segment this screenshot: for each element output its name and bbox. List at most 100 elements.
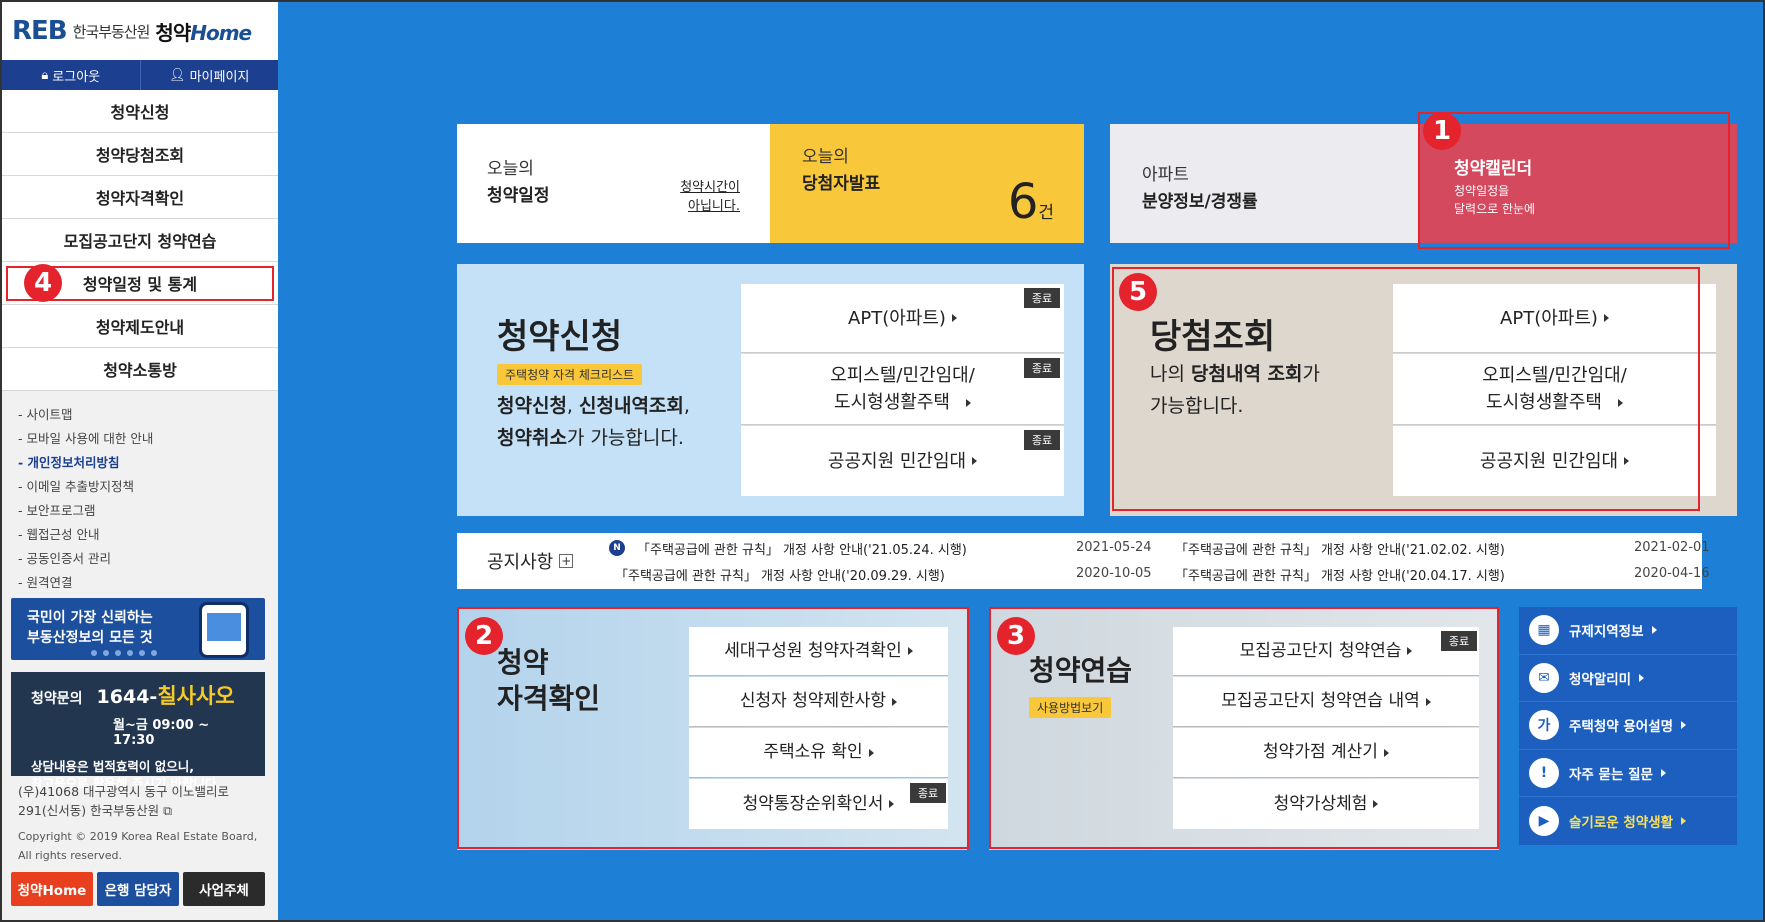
contact-label: 청약문의 [31,691,83,707]
apply-apt-link[interactable]: APT(아파트) 종료 [741,284,1064,353]
menu-item-practice[interactable]: 모집공고단지 청약연습 [2,219,278,262]
cheongyak-home-logo: 청약Home [155,20,252,45]
person-icon: 👤︎ [169,67,186,83]
notice-title[interactable]: 공지사항 + [487,548,574,574]
glossary-link[interactable]: 가 주택청약 용어설명 [1519,702,1737,750]
contact-box: 청약문의 1644-칠사사오 월~금 09:00 ~ 17:30 상담내용은 법… [11,672,265,791]
arrow-right-icon [1617,399,1623,407]
business-entity-button[interactable]: 사업주체 [183,872,265,906]
today-schedule-card[interactable]: 오늘의 청약일정 청약시간이 아닙니다. [457,124,770,243]
closed-badge: 종료 [1024,430,1060,450]
link-certificate[interactable]: - 공동인증서 관리 [18,547,278,571]
closed-badge: 종료 [1024,358,1060,378]
winner-title: 당첨조회 [1150,317,1276,357]
step-badge-5: 5 [1119,273,1157,311]
arrow-right-icon [1373,800,1379,808]
menu-item-community[interactable]: 청약소통방 [2,348,278,391]
link-email-policy[interactable]: - 이메일 추출방지정책 [18,475,278,499]
applicant-restriction-link[interactable]: 신청자 청약제한사항 [689,677,948,727]
link-remote[interactable]: - 원격연결 [18,571,278,595]
link-security-program[interactable]: - 보안프로그램 [18,499,278,523]
practice-link[interactable]: 모집공고단지 청약연습 종료 [1173,627,1479,676]
notice-item[interactable]: 「주택공급에 관한 규칙」 개정 사항 안내('20.09.29. 시행) [615,561,945,587]
address: (우)41068 대구광역시 동구 이노밸리로 291(신서동) 한국부동산원 … [18,784,229,818]
score-calculator-link[interactable]: 청약가점 계산기 [1173,728,1479,778]
arrow-right-icon [868,748,874,757]
cheongyak-home-button[interactable]: 청약Home [11,872,93,906]
arrow-right-icon [1407,647,1413,655]
checklist-tag[interactable]: 주택청약 자격 체크리스트 [497,364,643,385]
notice-date: 2020-10-05 [1076,566,1152,581]
winner-public-rental-link[interactable]: 공공지원 민간임대 [1393,426,1716,496]
lock-icon: 🔒︎ [41,67,49,83]
auth-bar: 🔒︎ 로그아웃 👤︎ 마이페이지 [2,60,278,90]
arrow-right-icon [892,697,898,706]
arrow-right-icon [972,457,978,465]
calendar-title: 청약캘린더 [1454,159,1533,179]
closed-badge: 종료 [910,783,946,803]
promo-line1: 국민이 가장 신뢰하는 [27,610,153,626]
copyright: Copyright © 2019 Korea Real Estate Board… [18,830,258,862]
notification-link[interactable]: ✉ 청약알리미 [1519,655,1737,703]
notice-date: 2021-05-24 [1076,540,1152,555]
schedule-note: 청약시간이 아닙니다. [680,180,740,214]
how-to-use-tag[interactable]: 사용방법보기 [1029,697,1112,718]
step-badge-2: 2 [465,617,503,655]
winner-apt-link[interactable]: APT(아파트) [1393,284,1716,353]
arrow-right-icon [907,647,913,655]
regulated-area-link[interactable]: ▦ 규제지역정보 [1519,607,1737,655]
link-sitemap[interactable]: - 사이트맵 [18,403,278,427]
today-schedule-title: 청약일정 [487,186,550,206]
closed-badge: 종료 [1441,631,1477,651]
qualify-title: 청약 자격확인 [497,646,601,715]
sidebar: REB 한국부동산원 청약Home 🔒︎ 로그아웃 👤︎ 마이페이지 청약신청 청약… [2,2,278,920]
virtual-experience-link[interactable]: 청약가상체험 [1173,779,1479,829]
arrow-right-icon [965,399,971,407]
household-qualify-link[interactable]: 세대구성원 청약자격확인 [689,627,948,676]
link-privacy-policy[interactable]: - 개인정보처리방침 [18,451,278,475]
notice-item[interactable]: 「주택공급에 관한 규칙」 개정 사항 안내('21.02.02. 시행) [1175,535,1505,561]
quick-menu: ▦ 규제지역정보 ✉ 청약알리미 가 주택청약 용어설명 ! 자주 묻는 질문 ▶ 슬기로… [1519,607,1737,845]
step-badge-3: 3 [997,617,1035,655]
phone-icon [199,602,249,658]
smart-life-link[interactable]: ▶ 슬기로운 청약생활 [1519,797,1737,845]
mypage-button[interactable]: 👤︎ 마이페이지 [141,60,279,90]
play-icon: ▶ [1529,806,1559,837]
arrow-right-icon [1603,314,1609,322]
apply-officetel-link[interactable]: 오피스텔/민간임대/도시형생활주택 종료 [741,354,1064,425]
apply-title: 청약신청 [497,317,623,357]
link-mobile-guide[interactable]: - 모바일 사용에 대한 안내 [18,427,278,451]
promo-pagination [91,650,157,656]
arrow-right-icon [951,314,957,322]
today-winners-card[interactable]: 오늘의 당첨자발표 6건 [770,124,1084,243]
notice-item[interactable]: N 「주택공급에 관한 규칙」 개정 사항 안내('21.05.24. 시행) [609,535,967,561]
menu-item-system-guide[interactable]: 청약제도안내 [2,305,278,348]
practice-title: 청약연습 [1029,654,1133,687]
logout-button[interactable]: 🔒︎ 로그아웃 [2,60,141,90]
logo[interactable]: REB 한국부동산원 청약Home [2,2,278,60]
practice-history-link[interactable]: 모집공고단지 청약연습 내역 [1173,677,1479,727]
sub-links: - 사이트맵 - 모바일 사용에 대한 안내 - 개인정보처리방침 - 이메일 … [2,391,278,595]
menu-item-qualification[interactable]: 청약자격확인 [2,176,278,219]
notice-item[interactable]: 「주택공급에 관한 규칙」 개정 사항 안내('20.04.17. 시행) [1175,561,1505,587]
winner-officetel-link[interactable]: 오피스텔/민간임대/도시형생활주택 [1393,354,1716,425]
step-badge-4: 4 [24,264,62,302]
exclamation-icon: ! [1529,758,1559,789]
house-ownership-link[interactable]: 주택소유 확인 [689,728,948,778]
step-badge-1: 1 [1423,112,1461,150]
apt-info-title: 분양정보/경쟁률 [1142,192,1258,212]
menu-item-winner-lookup[interactable]: 청약당첨조회 [2,133,278,176]
menu-item-apply[interactable]: 청약신청 [2,90,278,133]
promo-banner[interactable]: 국민이 가장 신뢰하는 부동산정보의 모든 것 [11,598,265,660]
winner-desc: 나의 당첨내역 조회가 가능합니다. [1150,363,1320,417]
external-link-icon[interactable]: ⧉ [163,803,172,818]
faq-link[interactable]: ! 자주 묻는 질문 [1519,750,1737,798]
reb-logo: REB [12,16,68,46]
link-accessibility[interactable]: - 웹접근성 안내 [18,523,278,547]
account-rank-link[interactable]: 청약통장순위확인서 종료 [689,779,948,829]
apt-info-card[interactable]: 아파트 분양정보/경쟁률 [1110,124,1420,243]
apply-public-rental-link[interactable]: 공공지원 민간임대 종료 [741,426,1064,496]
calendar-card[interactable]: 청약캘린더 청약일정을 달력으로 한눈에 [1420,124,1737,243]
bank-staff-button[interactable]: 은행 담당자 [97,872,179,906]
promo-line2: 부동산정보의 모든 것 [27,630,153,646]
